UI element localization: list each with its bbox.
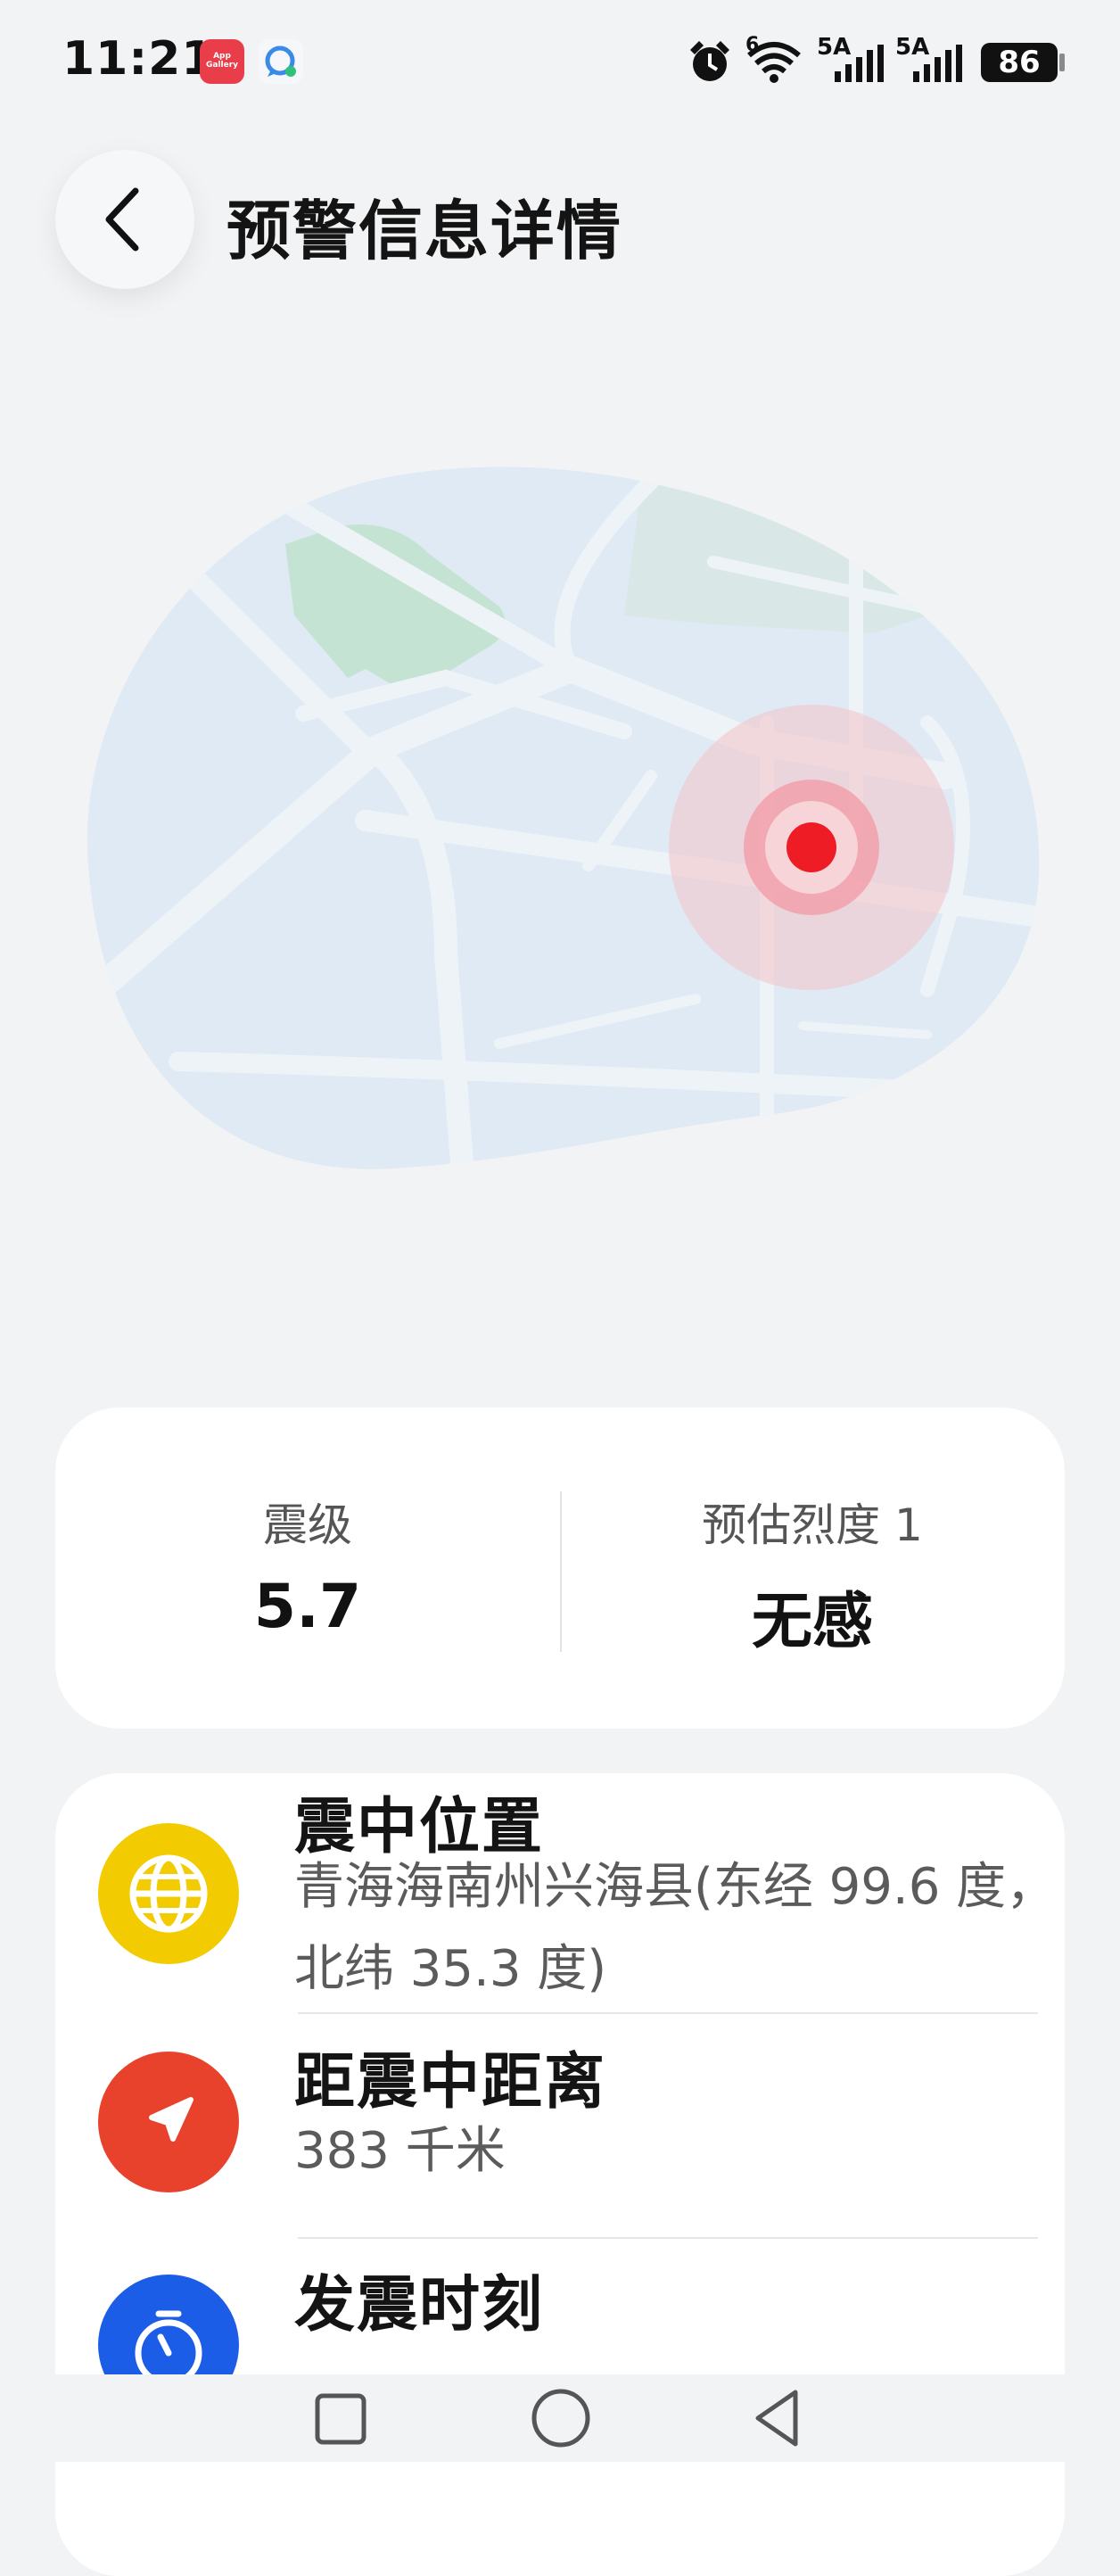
- epicenter-location-value: 青海海南州兴海县(东经 99.6 度，北纬 35.3 度): [294, 1858, 1057, 1998]
- status-bar: 11:21 App Gallery 6 5A 5A 86: [0, 0, 1120, 125]
- chevron-left-icon: [105, 187, 139, 252]
- app-gallery-icon: App Gallery: [200, 39, 244, 84]
- epicenter-marker: [786, 822, 836, 872]
- list-item-epicenter-distance: 距震中距离 383 千米: [55, 2014, 1065, 2237]
- magnitude-section: 震级 5.7: [55, 1408, 560, 1729]
- origin-time-title: 发震时刻: [294, 2270, 545, 2341]
- status-time: 11:21: [62, 32, 215, 86]
- intensity-label: 预估烈度 1: [702, 1499, 923, 1551]
- list-item-epicenter-location: 震中位置 青海海南州兴海县(东经 99.6 度，北纬 35.3 度): [55, 1773, 1065, 2014]
- intensity-value: 无感: [751, 1587, 873, 1657]
- recent-apps-button[interactable]: [312, 2390, 369, 2448]
- chat-notification-icon: [259, 39, 303, 84]
- epicenter-map: [86, 466, 1040, 1169]
- globe-icon: [98, 1823, 239, 1964]
- signal-icon-2: [913, 45, 962, 82]
- back-navigation-button[interactable]: [749, 2387, 806, 2449]
- magnitude-label: 震级: [263, 1499, 352, 1551]
- epicenter-distance-value: 383 千米: [294, 2122, 506, 2180]
- home-button[interactable]: [530, 2387, 592, 2449]
- back-button[interactable]: [55, 150, 194, 289]
- battery-tip: [1059, 54, 1065, 71]
- battery-indicator: 86: [981, 43, 1058, 82]
- alarm-icon: [690, 41, 729, 81]
- wifi-generation: 6: [745, 34, 760, 56]
- system-navigation-bar: [0, 2374, 1120, 2462]
- summary-card: 震级 5.7 预估烈度 1 无感: [55, 1408, 1065, 1729]
- navigation-icon: [98, 2052, 239, 2192]
- signal-icon-1: [835, 45, 884, 82]
- magnitude-value: 5.7: [253, 1572, 362, 1642]
- page-title: 预警信息详情: [226, 194, 623, 268]
- intensity-section: 预估烈度 1 无感: [560, 1408, 1065, 1729]
- epicenter-distance-title: 距震中距离: [294, 2047, 607, 2118]
